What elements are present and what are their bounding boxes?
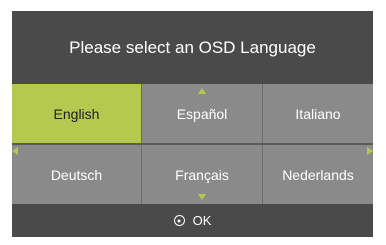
osd-language-dialog: Please select an OSD Language English Es… — [12, 11, 373, 237]
language-label: Nederlands — [282, 166, 354, 183]
language-option-nederlands[interactable]: Nederlands — [263, 145, 373, 204]
dialog-title: Please select an OSD Language — [69, 37, 316, 57]
language-label: Español — [176, 105, 228, 122]
ok-label: OK — [192, 213, 212, 228]
circle-dot-icon — [173, 215, 185, 226]
language-option-english[interactable]: English — [12, 84, 142, 143]
language-option-italiano[interactable]: Italiano — [263, 84, 373, 143]
arrow-left-icon — [12, 147, 18, 155]
arrow-down-icon — [198, 194, 206, 200]
language-label: Italiano — [295, 105, 341, 122]
language-label: English — [53, 105, 100, 122]
language-option-deutsch[interactable]: Deutsch — [12, 145, 142, 204]
language-grid: English Español Italiano Deutsch Françai… — [12, 84, 373, 204]
language-option-francais[interactable]: Français — [142, 145, 263, 204]
language-option-espanol[interactable]: Español — [142, 84, 263, 143]
arrow-right-icon — [367, 147, 373, 155]
language-label: Français — [175, 166, 229, 183]
ok-button[interactable]: OK — [12, 204, 373, 237]
arrow-up-icon — [198, 88, 206, 94]
language-label: Deutsch — [50, 166, 103, 183]
